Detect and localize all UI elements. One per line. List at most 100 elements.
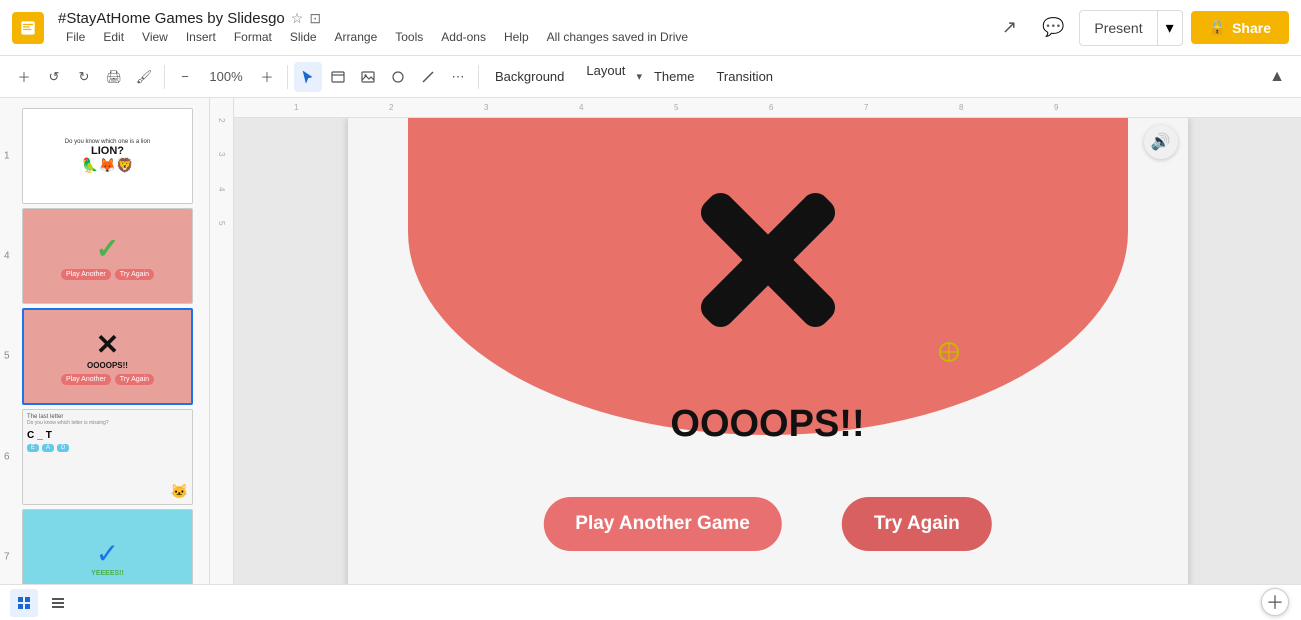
menu-edit[interactable]: Edit	[95, 28, 132, 46]
ruler-mark-3: 3	[484, 103, 488, 112]
bottom-bar: ＋	[0, 584, 1301, 620]
ruler-mark-2: 2	[389, 103, 393, 112]
new-slide-btn[interactable]: ＋	[10, 62, 38, 92]
app-title-row: #StayAtHome Games by Slidesgo ☆ ⊡	[58, 10, 688, 27]
folder-icon[interactable]: ⊡	[309, 10, 321, 27]
x-mark	[678, 170, 858, 365]
image-btn[interactable]	[354, 62, 382, 92]
menu-view[interactable]: View	[134, 28, 176, 46]
menu-addons[interactable]: Add-ons	[433, 28, 494, 46]
slide5-text: OOOOPS!!	[87, 361, 128, 370]
slide-num-7: 7	[4, 551, 10, 562]
select-tool[interactable]	[294, 62, 322, 92]
present-button-group: Present ▾	[1079, 10, 1182, 46]
ruler-mark-9: 9	[1054, 103, 1058, 112]
sound-button[interactable]: 🔊	[1144, 125, 1178, 159]
present-dropdown-arrow[interactable]: ▾	[1157, 11, 1182, 45]
theme-btn[interactable]: Theme	[644, 63, 704, 91]
star-icon[interactable]: ☆	[291, 10, 304, 27]
more-tools-btn[interactable]: ⋯	[444, 62, 472, 92]
slide6-subtitle: Do you know which letter is missing?	[27, 420, 109, 426]
slide5-btn2: Try Again	[115, 374, 154, 385]
zoom-level[interactable]: 100%	[201, 62, 251, 92]
share-button[interactable]: 🔒 Share	[1191, 11, 1289, 44]
slide7-preview: ✓ YEEEES!!	[23, 510, 192, 584]
slide1-preview: Do you know which one is a lion LION? 🦜🦊…	[23, 109, 192, 203]
layout-arrow[interactable]: ▾	[636, 70, 642, 83]
comments-icon[interactable]: 💬	[1035, 10, 1071, 46]
slide-panel: 1 Do you know which one is a lion LION? …	[0, 98, 210, 584]
slide6-btns: E A D	[27, 444, 69, 452]
redo-btn[interactable]: ↻	[70, 62, 98, 92]
try-again-button[interactable]: Try Again	[842, 497, 992, 551]
menu-slide[interactable]: Slide	[282, 28, 325, 46]
add-element-btn[interactable]: ＋	[1261, 588, 1289, 616]
shapes-btn[interactable]	[384, 62, 412, 92]
slide-canvas: OOOOPS!! Play Another Game Try Again 🔊	[348, 118, 1188, 584]
slide-thumb-4[interactable]: 4 ✓ Play Another Try Again	[22, 208, 193, 304]
print-btn[interactable]: 🖨	[100, 62, 128, 92]
toolbar-right: ▲	[1263, 63, 1291, 91]
undo-btn[interactable]: ↺	[40, 62, 68, 92]
line-btn[interactable]	[414, 62, 442, 92]
slide5-btns: Play Another Try Again	[61, 374, 154, 385]
slide-num-1: 1	[4, 151, 10, 162]
ruler-mark-4: 4	[579, 103, 583, 112]
zoom-out-btn[interactable]: −	[171, 62, 199, 92]
layout-dropdown[interactable]: Layout ▾	[576, 63, 642, 91]
menu-insert[interactable]: Insert	[178, 28, 224, 46]
action-buttons: Play Another Game Try Again	[543, 497, 991, 551]
slide-thumb-1[interactable]: 1 Do you know which one is a lion LION? …	[22, 108, 193, 204]
menu-help[interactable]: Help	[496, 28, 537, 46]
ruler-mark-6: 6	[769, 103, 773, 112]
zoom-in-btn[interactable]: ＋	[253, 62, 281, 92]
title-area: #StayAtHome Games by Slidesgo ☆ ⊡ File E…	[58, 10, 688, 46]
slide-num-4: 4	[4, 251, 10, 262]
menu-format[interactable]: Format	[226, 28, 280, 46]
layout-label[interactable]: Layout	[576, 63, 635, 91]
present-label[interactable]: Present	[1080, 13, 1156, 43]
ruler-top: 1 2 3 4 5 6 7 8 9	[234, 98, 1301, 118]
text-box-btn[interactable]	[324, 62, 352, 92]
menu-arrange[interactable]: Arrange	[327, 28, 386, 46]
slide5-x: ✕	[96, 328, 119, 361]
saved-status: All changes saved in Drive	[547, 30, 688, 44]
top-bar: #StayAtHome Games by Slidesgo ☆ ⊡ File E…	[0, 0, 1301, 56]
paintformat-btn[interactable]: 🖌	[130, 62, 158, 92]
slide4-btn1: Play Another	[61, 269, 111, 280]
app-icon	[12, 12, 44, 44]
grid-view-btn[interactable]	[10, 589, 38, 617]
ruler-mark-8: 8	[959, 103, 963, 112]
canvas-wrapper: OOOOPS!! Play Another Game Try Again 🔊	[234, 118, 1301, 584]
slide6-btn-e: E	[27, 444, 39, 452]
oooops-text: OOOOPS!!	[670, 403, 864, 446]
slide4-btn2: Try Again	[115, 269, 154, 280]
menu-file[interactable]: File	[58, 28, 93, 46]
background-btn[interactable]: Background	[485, 63, 574, 91]
slide4-preview: ✓ Play Another Try Again	[23, 209, 192, 303]
activity-icon[interactable]: ↗	[991, 10, 1027, 46]
transition-btn[interactable]: Transition	[706, 63, 783, 91]
lock-icon: 🔒	[1209, 19, 1226, 36]
divider1	[164, 65, 165, 89]
play-another-game-button[interactable]: Play Another Game	[543, 497, 782, 551]
collapse-toolbar-btn[interactable]: ▲	[1263, 63, 1291, 91]
slide5-preview: ✕ OOOOPS!! Play Another Try Again	[24, 310, 191, 402]
slide7-text: YEEEES!!	[91, 570, 124, 577]
slide6-preview: The last letter Do you know which letter…	[23, 410, 192, 504]
slide6-letters: C_T	[27, 430, 52, 441]
crosshair-cursor	[938, 341, 960, 363]
menu-tools[interactable]: Tools	[387, 28, 431, 46]
list-view-btn[interactable]	[44, 589, 72, 617]
slide-thumb-5[interactable]: 5 ✕ OOOOPS!! Play Another Try Again	[22, 308, 193, 404]
slide-num-5: 5	[4, 351, 10, 362]
slide-thumb-6[interactable]: 6 The last letter Do you know which lett…	[22, 409, 193, 505]
slide4-btns: Play Another Try Again	[61, 269, 154, 280]
slide-thumb-7[interactable]: 7 ✓ YEEEES!!	[22, 509, 193, 584]
divider2	[287, 65, 288, 89]
ruler-mark-7: 7	[864, 103, 868, 112]
ruler-left: 2345	[217, 118, 226, 236]
slide4-check: ✓	[96, 232, 119, 265]
toolbar: ＋ ↺ ↻ 🖨 🖌 − 100% ＋ ⋯ Background Layout ▾…	[0, 56, 1301, 98]
slide-num-6: 6	[4, 451, 10, 462]
